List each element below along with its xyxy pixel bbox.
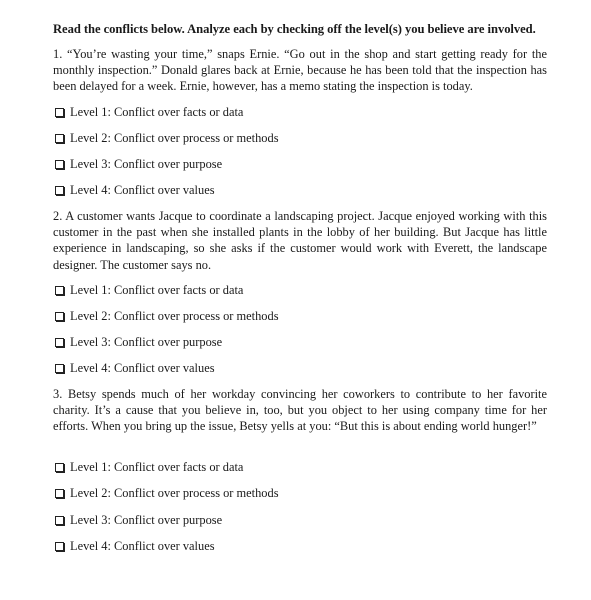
scenario-2-option-level-4[interactable]: Level 4: Conflict over values xyxy=(55,361,215,375)
option-label: Level 1: Conflict over facts or data xyxy=(70,460,244,474)
scenario-1-option-level-3[interactable]: Level 3: Conflict over purpose xyxy=(55,157,222,171)
option-label: Level 4: Conflict over values xyxy=(70,539,215,553)
option-label: Level 4: Conflict over values xyxy=(70,183,215,197)
scenario-1-option-level-1[interactable]: Level 1: Conflict over facts or data xyxy=(55,105,243,119)
checkbox-icon[interactable] xyxy=(55,462,64,472)
option-label: Level 3: Conflict over purpose xyxy=(70,335,223,349)
worksheet-page: Read the conflicts below. Analyze each b… xyxy=(0,0,591,600)
scenario-1-option-level-2[interactable]: Level 2: Conflict over process or method… xyxy=(55,131,279,145)
checkbox-icon[interactable] xyxy=(55,185,64,195)
checkbox-icon[interactable] xyxy=(55,488,64,498)
checkbox-icon[interactable] xyxy=(55,159,64,169)
option-label: Level 2: Conflict over process or method… xyxy=(70,486,279,500)
scenario-2-option-level-1[interactable]: Level 1: Conflict over facts or data xyxy=(55,283,243,297)
scenario-3-text: 3. Betsy spends much of her workday conv… xyxy=(53,387,547,434)
scenario-2-text: 2. A customer wants Jacque to coordinate… xyxy=(53,209,547,272)
checkbox-icon[interactable] xyxy=(55,541,64,551)
checkbox-icon[interactable] xyxy=(55,107,64,117)
option-label: Level 2: Conflict over process or method… xyxy=(70,309,279,323)
scenario-2-option-level-2[interactable]: Level 2: Conflict over process or method… xyxy=(55,309,279,323)
instructions-heading: Read the conflicts below. Analyze each b… xyxy=(53,22,536,36)
option-label: Level 1: Conflict over facts or data xyxy=(70,283,244,297)
checkbox-icon[interactable] xyxy=(55,363,64,373)
scenario-3-option-level-4[interactable]: Level 4: Conflict over values xyxy=(55,539,215,553)
option-label: Level 1: Conflict over facts or data xyxy=(70,105,244,119)
scenario-3-option-level-2[interactable]: Level 2: Conflict over process or method… xyxy=(55,486,279,500)
scenario-3-option-level-3[interactable]: Level 3: Conflict over purpose xyxy=(55,513,222,527)
checkbox-icon[interactable] xyxy=(55,133,64,143)
scenario-1-option-level-4[interactable]: Level 4: Conflict over values xyxy=(55,183,215,197)
option-label: Level 4: Conflict over values xyxy=(70,361,215,375)
checkbox-icon[interactable] xyxy=(55,515,64,525)
scenario-1-text: 1. “You’re wasting your time,” snaps Ern… xyxy=(53,47,547,94)
checkbox-icon[interactable] xyxy=(55,337,64,347)
option-label: Level 2: Conflict over process or method… xyxy=(70,131,279,145)
option-label: Level 3: Conflict over purpose xyxy=(70,513,223,527)
checkbox-icon[interactable] xyxy=(55,311,64,321)
option-label: Level 3: Conflict over purpose xyxy=(70,157,223,171)
scenario-3-option-level-1[interactable]: Level 1: Conflict over facts or data xyxy=(55,460,243,474)
checkbox-icon[interactable] xyxy=(55,285,64,295)
scenario-2-option-level-3[interactable]: Level 3: Conflict over purpose xyxy=(55,335,222,349)
